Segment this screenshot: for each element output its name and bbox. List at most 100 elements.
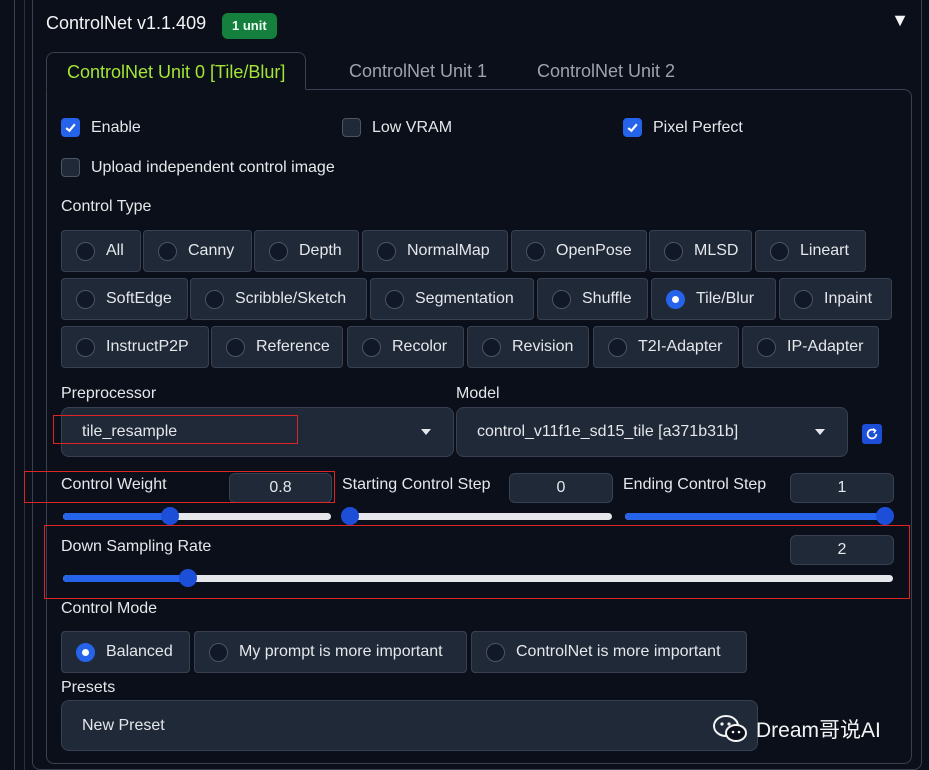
starting-step-label: Starting Control Step <box>342 476 491 493</box>
radio-lineart[interactable]: Lineart <box>755 230 866 272</box>
pixel-perfect-checkbox[interactable]: Pixel Perfect <box>623 118 743 137</box>
check-icon <box>61 118 80 137</box>
radio-balanced[interactable]: Balanced <box>61 631 190 673</box>
model-label: Model <box>456 385 500 402</box>
radio-instructp2p[interactable]: InstructP2P <box>61 326 209 368</box>
radio-inpaint[interactable]: Inpaint <box>779 278 892 320</box>
radio-controlnet-more-important[interactable]: ControlNet is more important <box>471 631 747 673</box>
radio-openpose[interactable]: OpenPose <box>511 230 647 272</box>
radio-label: InstructP2P <box>106 338 189 355</box>
radio-dot-icon <box>269 241 288 261</box>
ending-step-slider[interactable] <box>625 507 894 525</box>
wechat-icon <box>713 715 747 742</box>
enable-label: Enable <box>91 118 141 136</box>
radio-label: NormalMap <box>407 242 490 259</box>
low-vram-checkbox[interactable]: Low VRAM <box>342 118 452 137</box>
radio-label: MLSD <box>694 242 739 259</box>
radio-label: IP-Adapter <box>787 338 864 355</box>
radio-label: Inpaint <box>824 290 873 307</box>
radio-label: Scribble/Sketch <box>235 290 347 307</box>
preprocessor-label: Preprocessor <box>61 385 157 402</box>
radio-dot-icon <box>770 241 789 261</box>
radio-canny[interactable]: Canny <box>143 230 252 272</box>
radio-label: Reference <box>256 338 330 355</box>
down-sampling-slider[interactable] <box>63 569 893 587</box>
slider-thumb[interactable] <box>178 569 197 587</box>
accordion-title[interactable]: ControlNet v1.1.409 <box>46 13 206 34</box>
radio-dot-icon <box>757 337 776 357</box>
radio-dot-icon <box>209 642 228 662</box>
upload-independent-checkbox[interactable]: Upload independent control image <box>61 158 335 177</box>
radio-dot-icon <box>486 642 505 662</box>
tab-controlnet-unit-1[interactable]: ControlNet Unit 1 <box>329 52 507 90</box>
radio-normalmap[interactable]: NormalMap <box>362 230 508 272</box>
control-weight-slider[interactable] <box>63 507 331 525</box>
radio-dot-icon <box>664 241 683 261</box>
radio-t2i-adapter[interactable]: T2I-Adapter <box>593 326 739 368</box>
preset-dropdown[interactable]: New Preset <box>61 700 758 751</box>
ending-step-label: Ending Control Step <box>623 476 767 493</box>
radio-selected-icon <box>666 289 685 309</box>
tab-controlnet-unit-0[interactable]: ControlNet Unit 0 [Tile/Blur] <box>46 52 307 90</box>
radio-ip-adapter[interactable]: IP-Adapter <box>742 326 879 368</box>
radio-softedge[interactable]: SoftEdge <box>61 278 188 320</box>
dropdown-arrow-icon <box>421 429 431 435</box>
highlight-box-down-sampling <box>44 525 910 599</box>
radio-depth[interactable]: Depth <box>254 230 359 272</box>
radio-dot-icon <box>205 289 224 309</box>
radio-dot-icon <box>385 289 404 309</box>
down-sampling-input[interactable]: 2 <box>790 535 894 565</box>
down-sampling-label: Down Sampling Rate <box>61 538 212 555</box>
radio-label: OpenPose <box>556 242 632 259</box>
unchecked-box-icon <box>342 118 361 137</box>
model-dropdown[interactable]: control_v11f1e_sd15_tile [a371b31b] <box>456 407 848 457</box>
model-value: control_v11f1e_sd15_tile [a371b31b] <box>477 423 739 440</box>
highlight-box-preprocessor <box>53 415 298 444</box>
dropdown-arrow-icon <box>815 429 825 435</box>
radio-dot-icon <box>377 241 396 261</box>
radio-label: Shuffle <box>582 290 632 307</box>
radio-label: SoftEdge <box>106 290 172 307</box>
radio-segmentation[interactable]: Segmentation <box>370 278 534 320</box>
slider-thumb[interactable] <box>876 507 894 525</box>
pixel-perfect-label: Pixel Perfect <box>653 118 743 136</box>
radio-label: Tile/Blur <box>696 290 755 307</box>
starting-step-slider[interactable] <box>341 507 612 525</box>
control-mode-label: Control Mode <box>61 600 158 617</box>
ending-step-input[interactable]: 1 <box>790 473 894 503</box>
collapse-toggle-icon[interactable]: ▼ <box>891 10 909 31</box>
radio-label: Depth <box>299 242 342 259</box>
watermark-text: Dream哥说AI <box>756 719 881 742</box>
unchecked-box-icon <box>61 158 80 177</box>
radio-dot-icon <box>76 241 95 261</box>
starting-step-input[interactable]: 0 <box>509 473 613 503</box>
radio-mlsd[interactable]: MLSD <box>649 230 752 272</box>
slider-thumb[interactable] <box>341 507 359 525</box>
radio-label: ControlNet is more important <box>516 643 721 660</box>
presets-label: Presets <box>61 679 116 696</box>
radio-label: Revision <box>512 338 574 355</box>
radio-tile-blur[interactable]: Tile/Blur <box>651 278 776 320</box>
radio-dot-icon <box>362 337 381 357</box>
radio-all[interactable]: All <box>61 230 141 272</box>
upload-independent-label: Upload independent control image <box>91 158 335 176</box>
refresh-models-icon[interactable] <box>862 424 882 444</box>
radio-scribble-sketch[interactable]: Scribble/Sketch <box>190 278 367 320</box>
radio-revision[interactable]: Revision <box>467 326 589 368</box>
highlight-box-control-weight <box>24 471 335 503</box>
radio-reference[interactable]: Reference <box>211 326 343 368</box>
radio-dot-icon <box>552 289 571 309</box>
watermark: Dream哥说AI <box>712 714 881 744</box>
radio-label: Lineart <box>800 242 849 259</box>
radio-my-prompt-more-important[interactable]: My prompt is more important <box>194 631 467 673</box>
radio-label: T2I-Adapter <box>638 338 723 355</box>
radio-recolor[interactable]: Recolor <box>347 326 464 368</box>
radio-label: Balanced <box>106 643 173 660</box>
tab-controlnet-unit-2[interactable]: ControlNet Unit 2 <box>517 52 695 90</box>
radio-shuffle[interactable]: Shuffle <box>537 278 648 320</box>
enable-checkbox[interactable]: Enable <box>61 118 141 137</box>
radio-dot-icon <box>226 337 245 357</box>
radio-selected-icon <box>76 642 95 662</box>
radio-dot-icon <box>76 289 95 309</box>
radio-dot-icon <box>482 337 501 357</box>
